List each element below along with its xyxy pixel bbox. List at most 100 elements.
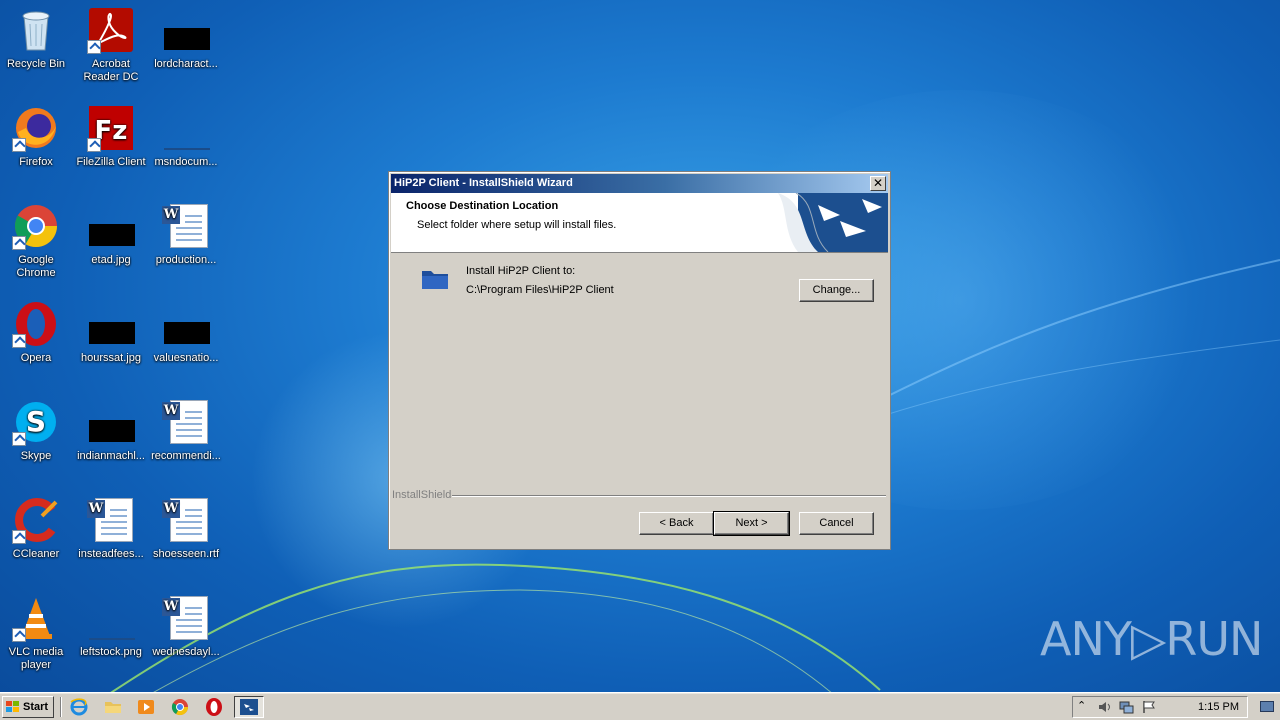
desktop-icon-filezilla[interactable]: Fz FileZilla Client <box>73 104 149 169</box>
shortcut-arrow-icon <box>12 236 26 250</box>
clock[interactable]: 1:15 PM <box>1198 697 1239 717</box>
desktop-icon-label: CCleaner <box>12 548 60 560</box>
change-button[interactable]: Change... <box>799 279 874 302</box>
image-file-icon <box>87 300 135 348</box>
installshield-brand-label: InstallShield <box>392 489 452 501</box>
image-file-icon <box>87 202 135 250</box>
filezilla-icon: Fz <box>87 104 135 152</box>
desktop-icon-label: VLC media player <box>8 646 64 671</box>
desktop-icon-label: insteadfees... <box>78 548 144 560</box>
volume-icon[interactable] <box>1097 700 1113 714</box>
shortcut-arrow-icon <box>12 628 26 642</box>
folder-icon[interactable] <box>103 697 123 717</box>
divider <box>452 495 886 497</box>
installshield-logo-icon <box>778 193 888 252</box>
svg-text:S: S <box>26 405 46 438</box>
desktop-icon-label: Recycle Bin <box>6 58 66 70</box>
image-file-icon <box>87 594 135 642</box>
firefox-icon <box>12 104 60 152</box>
desktop-icon-label: Opera <box>20 352 52 364</box>
system-tray: ⌃ 1:15 PM <box>1072 696 1248 718</box>
installshield-dialog: HiP2P Client - InstallShield Wizard ✕ Ch… <box>388 171 891 550</box>
desktop-icon-ccleaner[interactable]: CCleaner <box>0 496 74 561</box>
word-document-icon: W <box>162 398 210 446</box>
word-document-icon: W <box>162 496 210 544</box>
desktop-icon-acrobat[interactable]: Acrobat Reader DC <box>73 6 149 84</box>
shortcut-arrow-icon <box>87 40 101 54</box>
media-player-icon[interactable] <box>136 697 156 717</box>
taskbar-separator <box>60 697 62 717</box>
taskbar-active-installshield[interactable] <box>234 696 264 718</box>
desktop-icon-label: msndocum... <box>154 156 218 168</box>
word-document-icon: W <box>87 496 135 544</box>
desktop-icon-label: etad.jpg <box>91 254 131 266</box>
desktop-icon-lordcharact[interactable]: lordcharact... <box>148 6 224 71</box>
next-button[interactable]: Next > <box>713 511 790 536</box>
desktop-icon-leftstock[interactable]: leftstock.png <box>73 594 149 659</box>
desktop-icon-wednesdayl[interactable]: W wednesdayl... <box>148 594 224 659</box>
desktop-icon-recycle-bin[interactable]: Recycle Bin <box>0 6 74 71</box>
desktop-icon-label: wednesdayl... <box>152 646 220 658</box>
shortcut-arrow-icon <box>12 432 26 446</box>
desktop-icon-msndocum[interactable]: msndocum... <box>148 104 224 169</box>
vlc-icon <box>12 594 60 642</box>
desktop-icon-shoesseen[interactable]: W shoesseen.rtf <box>148 496 224 561</box>
network-icon[interactable] <box>1119 700 1135 714</box>
desktop-icon-vlc[interactable]: VLC media player <box>0 594 74 672</box>
desktop-icon-label: FileZilla Client <box>76 156 146 168</box>
desktop-icon-recommendi[interactable]: W recommendi... <box>148 398 224 463</box>
start-label: Start <box>23 701 49 713</box>
dialog-titlebar[interactable]: HiP2P Client - InstallShield Wizard ✕ <box>391 174 888 193</box>
desktop-icon-label: production... <box>155 254 217 266</box>
opera-icon <box>12 300 60 348</box>
desktop-icon-skype[interactable]: S Skype <box>0 398 74 463</box>
windows-logo-icon <box>6 701 20 713</box>
word-document-icon: W <box>162 594 210 642</box>
install-path: C:\Program Files\HiP2P Client <box>466 284 614 296</box>
shortcut-arrow-icon <box>12 530 26 544</box>
desktop-icon-label: hourssat.jpg <box>81 352 141 364</box>
desktop-icon-chrome[interactable]: Google Chrome <box>0 202 74 280</box>
desktop-icon-valuesnatio[interactable]: valuesnatio... <box>148 300 224 365</box>
desktop-icon-insteadfees[interactable]: W insteadfees... <box>73 496 149 561</box>
word-document-icon: W <box>162 202 210 250</box>
desktop-icon-firefox[interactable]: Firefox <box>0 104 74 169</box>
back-button[interactable]: < Back <box>639 512 714 535</box>
chrome-icon[interactable] <box>170 697 190 717</box>
desktop-icon-hourssat[interactable]: hourssat.jpg <box>73 300 149 365</box>
desktop-icon-production[interactable]: W production... <box>148 202 224 267</box>
file-thumbnail-icon <box>162 300 210 348</box>
close-button[interactable]: ✕ <box>870 176 886 191</box>
installshield-icon <box>240 699 258 715</box>
start-button[interactable]: Start <box>2 696 54 718</box>
desktop-icon-etad[interactable]: etad.jpg <box>73 202 149 267</box>
header-title: Choose Destination Location <box>406 200 559 212</box>
opera-icon[interactable] <box>204 697 224 717</box>
cancel-button[interactable]: Cancel <box>799 512 874 535</box>
dialog-title: HiP2P Client - InstallShield Wizard <box>394 177 573 189</box>
desktop-icon-label: valuesnatio... <box>153 352 219 364</box>
desktop-icon-label: recommendi... <box>151 450 221 462</box>
action-center-flag-icon[interactable] <box>1141 700 1157 714</box>
chrome-icon <box>12 202 60 250</box>
acrobat-reader-icon <box>87 6 135 54</box>
shortcut-arrow-icon <box>12 334 26 348</box>
desktop-icon-label: Skype <box>20 450 52 462</box>
file-thumbnail-icon <box>162 6 210 54</box>
desktop-icon-label: lordcharact... <box>154 58 218 70</box>
tray-expand-icon[interactable]: ⌃ <box>1077 699 1086 712</box>
shortcut-arrow-icon <box>87 138 101 152</box>
desktop-icon-label: Acrobat Reader DC <box>83 58 139 83</box>
taskbar: Start ⌃ 1:15 PM <box>0 692 1280 720</box>
recycle-bin-icon <box>12 6 60 54</box>
ccleaner-icon <box>12 496 60 544</box>
shortcut-arrow-icon <box>12 138 26 152</box>
desktop-icon-indianmachl[interactable]: indianmachl... <box>73 398 149 463</box>
internet-explorer-icon[interactable] <box>69 697 89 717</box>
desktop-icon-label: Google Chrome <box>16 254 56 279</box>
file-thumbnail-icon <box>87 398 135 446</box>
show-desktop-icon[interactable] <box>1260 701 1274 712</box>
dialog-header: Choose Destination Location Select folde… <box>391 193 888 253</box>
file-thumbnail-icon <box>162 104 210 152</box>
desktop-icon-opera[interactable]: Opera <box>0 300 74 365</box>
